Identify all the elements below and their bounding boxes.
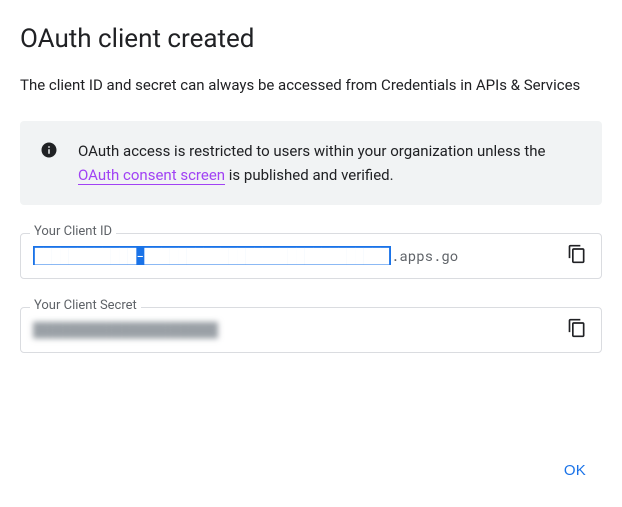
dialog-title: OAuth client created bbox=[20, 24, 602, 54]
info-text: OAuth access is restricted to users with… bbox=[78, 139, 582, 187]
copy-icon bbox=[567, 318, 587, 341]
info-text-before: OAuth access is restricted to users with… bbox=[78, 142, 545, 160]
client-secret-value: ██████████████████████ bbox=[33, 320, 218, 339]
dialog-actions: OK bbox=[552, 454, 598, 487]
info-icon bbox=[40, 141, 58, 159]
client-id-label: Your Client ID bbox=[30, 224, 116, 239]
client-id-value: ████████████-███████████████████████████… bbox=[33, 246, 391, 265]
client-id-box[interactable]: ████████████-███████████████████████████… bbox=[20, 233, 602, 279]
copy-icon bbox=[567, 244, 587, 267]
oauth-consent-screen-link[interactable]: OAuth consent screen bbox=[78, 166, 225, 185]
ok-button[interactable]: OK bbox=[552, 454, 598, 487]
client-secret-label: Your Client Secret bbox=[30, 298, 141, 313]
client-secret-field: Your Client Secret █████████████████████… bbox=[20, 307, 602, 353]
client-id-field: Your Client ID ████████████-████████████… bbox=[20, 233, 602, 279]
dialog-subtitle: The client ID and secret can always be a… bbox=[20, 74, 602, 97]
client-id-suffix: .apps.go bbox=[391, 246, 458, 265]
copy-client-id-button[interactable] bbox=[561, 240, 593, 272]
client-secret-box[interactable]: ██████████████████████ bbox=[20, 307, 602, 353]
info-box: OAuth access is restricted to users with… bbox=[20, 121, 602, 205]
copy-client-secret-button[interactable] bbox=[561, 314, 593, 346]
info-text-after: is published and verified. bbox=[225, 166, 394, 184]
